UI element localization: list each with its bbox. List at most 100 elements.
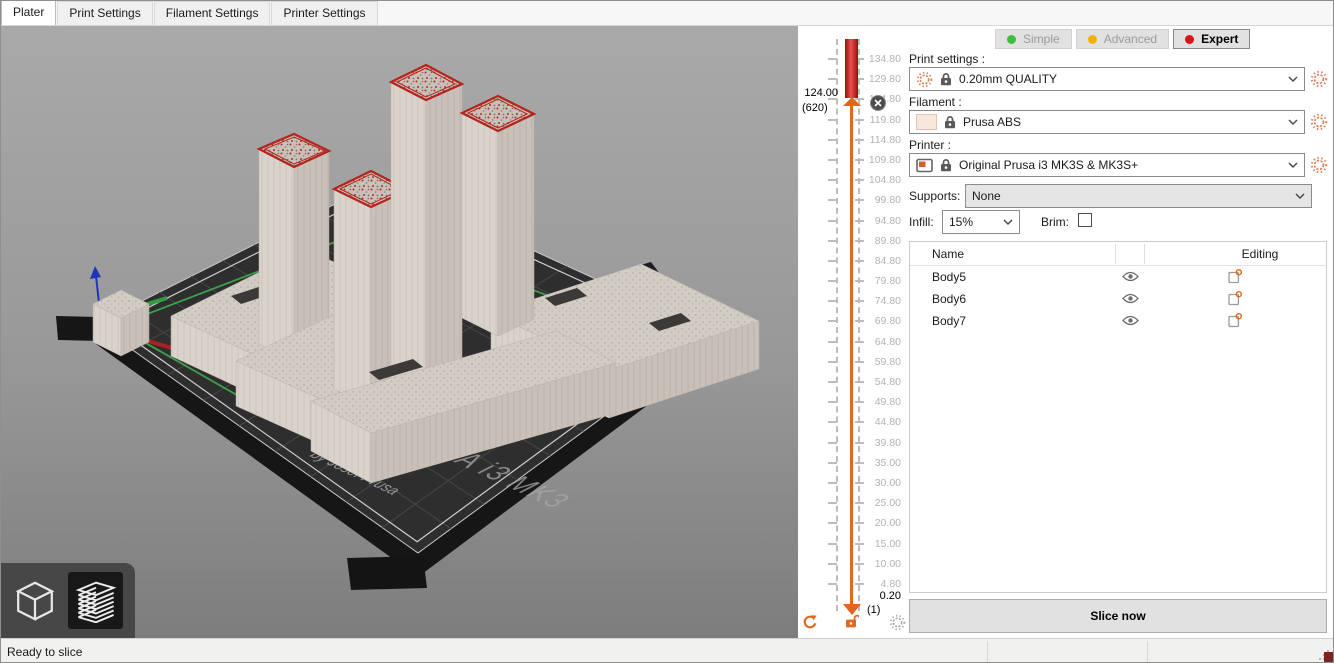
- ruler-tick-mark: [855, 462, 864, 464]
- layer-tick-label: 10.00: [863, 558, 901, 570]
- chevron-down-icon: [1288, 119, 1298, 125]
- filament-color-swatch: [916, 114, 937, 130]
- ruler-tick-mark: [855, 280, 864, 282]
- tab-printer-settings[interactable]: Printer Settings: [271, 1, 377, 25]
- upper-handle-value: 124.00: [798, 87, 838, 99]
- ruler-tick-mark: [855, 381, 864, 383]
- supports-select[interactable]: None: [965, 184, 1312, 208]
- ruler-tick-mark: [828, 300, 837, 302]
- ruler-tick-mark: [828, 482, 837, 484]
- view-layers-button[interactable]: [68, 572, 123, 629]
- slice-now-button[interactable]: Slice now: [909, 599, 1327, 633]
- ruler-tick-mark: [828, 361, 837, 363]
- sidebar: Simple Advanced Expert Print settings : …: [906, 26, 1334, 638]
- remove-marker-button[interactable]: [870, 95, 886, 111]
- print-settings-label: Print settings :: [909, 52, 985, 66]
- ruler-tick-mark: [828, 462, 837, 464]
- mode-advanced-button[interactable]: Advanced: [1076, 29, 1169, 49]
- view-mode-switch: [1, 563, 135, 638]
- lock-icon: [940, 158, 952, 172]
- ruler-tick-mark: [855, 421, 864, 423]
- tab-label: Printer Settings: [283, 6, 365, 20]
- sliced-model[interactable]: [93, 65, 759, 483]
- object-name: Body6: [932, 292, 966, 306]
- mode-simple-button[interactable]: Simple: [995, 29, 1072, 49]
- object-row[interactable]: Body5: [910, 266, 1326, 288]
- editing-column-header: Editing: [1195, 247, 1325, 261]
- object-row[interactable]: Body6: [910, 288, 1326, 310]
- layer-tick-label: 39.80: [863, 437, 901, 449]
- column-divider: [1144, 244, 1145, 264]
- printer-gear-button[interactable]: [1310, 156, 1328, 174]
- ruler-tick-mark: [828, 179, 837, 181]
- viewport-3d[interactable]: ORIGINAL PRUSA i3 MK3 by Josef Prusa: [1, 26, 798, 638]
- undo-icon[interactable]: [802, 614, 819, 631]
- unlock-icon[interactable]: [845, 614, 860, 629]
- slider-gear-icon[interactable]: [889, 614, 906, 631]
- layer-tick-label: 114.80: [863, 134, 901, 146]
- ruler-tick-mark: [828, 421, 837, 423]
- slider-range-track[interactable]: [850, 106, 853, 606]
- filament-gear-button[interactable]: [1310, 113, 1328, 131]
- ruler-tick-mark: [855, 220, 864, 222]
- infill-label: Infill:: [909, 215, 934, 229]
- brim-checkbox[interactable]: [1078, 213, 1092, 227]
- object-name: Body5: [932, 270, 966, 284]
- tab-plater[interactable]: Plater: [1, 0, 56, 25]
- ruler-dashed-column: [836, 39, 838, 611]
- mode-expert-button[interactable]: Expert: [1173, 29, 1250, 49]
- ruler-tick-mark: [855, 341, 864, 343]
- mode-label: Expert: [1201, 32, 1238, 46]
- infill-select[interactable]: 15%: [942, 210, 1020, 234]
- chevron-down-icon: [1003, 219, 1013, 225]
- ruler-tick-mark: [855, 119, 864, 121]
- filament-value: Prusa ABS: [963, 115, 1281, 129]
- eye-icon[interactable]: [1122, 293, 1139, 305]
- simple-dot-icon: [1007, 35, 1016, 44]
- print-settings-combo[interactable]: 0.20mm QUALITY: [909, 67, 1305, 91]
- layer-tick-label: 30.00: [863, 477, 901, 489]
- slider-upper-handle[interactable]: [843, 97, 861, 106]
- object-row[interactable]: Body7: [910, 310, 1326, 332]
- layer-tick-label: 64.80: [863, 336, 901, 348]
- layer-tick-label: 94.80: [863, 215, 901, 227]
- filament-combo[interactable]: Prusa ABS: [909, 110, 1305, 134]
- lock-icon: [944, 115, 956, 129]
- chevron-down-icon: [1295, 193, 1305, 199]
- ruler-tick-mark: [828, 240, 837, 242]
- slider-top-band: [845, 39, 858, 98]
- view-3d-button[interactable]: [7, 572, 62, 629]
- ruler-tick-mark: [828, 159, 837, 161]
- ruler-tick-mark: [855, 139, 864, 141]
- bed-scene: ORIGINAL PRUSA i3 MK3 by Josef Prusa: [1, 26, 798, 638]
- edit-object-icon[interactable]: [1228, 291, 1242, 306]
- ruler-tick-mark: [828, 401, 837, 403]
- layer-tick-label: 84.80: [863, 255, 901, 267]
- tab-label: Plater: [13, 5, 44, 19]
- tab-filament-settings[interactable]: Filament Settings: [154, 1, 271, 25]
- edit-object-icon[interactable]: [1228, 313, 1242, 328]
- print-settings-gear-button[interactable]: [1310, 70, 1328, 88]
- expert-dot-icon: [1185, 35, 1194, 44]
- layer-tick-label: 49.80: [863, 396, 901, 408]
- printer-combo[interactable]: Original Prusa i3 MK3S & MK3S+: [909, 153, 1305, 177]
- layer-tick-label: 54.80: [863, 376, 901, 388]
- tab-print-settings[interactable]: Print Settings: [57, 1, 152, 25]
- edit-object-icon[interactable]: [1228, 269, 1242, 284]
- tab-label: Print Settings: [69, 6, 140, 20]
- ruler-tick-mark: [855, 159, 864, 161]
- mode-label: Simple: [1023, 32, 1060, 46]
- preset-gear-icon: [916, 71, 933, 88]
- name-column-header: Name: [932, 247, 964, 261]
- ruler-tick-mark: [828, 543, 837, 545]
- ruler-tick-mark: [855, 179, 864, 181]
- ruler-tick-mark: [828, 58, 837, 60]
- ruler-tick-mark: [828, 220, 837, 222]
- eye-icon[interactable]: [1122, 271, 1139, 283]
- ruler-tick-mark: [828, 563, 837, 565]
- eye-icon[interactable]: [1122, 315, 1139, 327]
- ruler-tick-mark: [855, 401, 864, 403]
- layer-tick-label: 44.80: [863, 416, 901, 428]
- column-divider: [1115, 244, 1116, 264]
- layer-tick-label: 20.00: [863, 517, 901, 529]
